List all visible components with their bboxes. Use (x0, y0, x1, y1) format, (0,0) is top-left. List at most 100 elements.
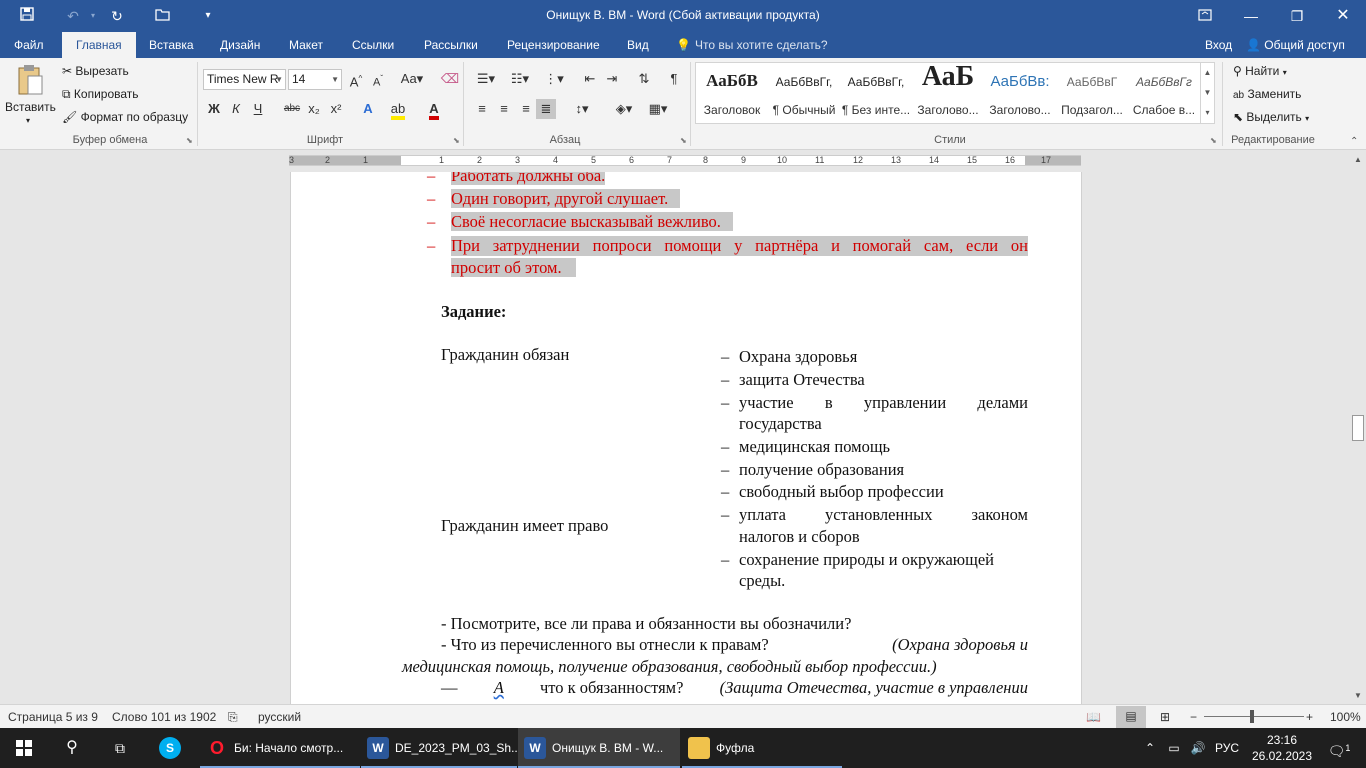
notifications-icon[interactable]: 🗨1 (1322, 728, 1356, 768)
scroll-thumb[interactable] (1352, 415, 1364, 441)
print-layout-icon[interactable]: ▤ (1116, 706, 1146, 728)
align-right-icon[interactable]: ≡ (516, 99, 536, 119)
windows-start-icon[interactable] (0, 728, 48, 768)
share-button[interactable]: 👤 Общий доступ (1246, 32, 1345, 58)
bullets-icon[interactable]: ☰▾ (472, 69, 500, 89)
subscript-button[interactable]: x₂ (304, 99, 324, 119)
taskbar-item-opera[interactable]: O Би: Начало смотр... (200, 728, 360, 768)
shrink-font-icon[interactable]: Aˇ (368, 69, 388, 89)
minimize-icon[interactable]: — (1228, 0, 1274, 32)
zoom-slider-thumb[interactable] (1250, 710, 1254, 723)
style-heading-1[interactable]: АаБ Заголово... (912, 63, 984, 123)
zoom-out-icon[interactable]: − (1190, 710, 1197, 724)
tab-home[interactable]: Главная (62, 32, 136, 58)
bold-button[interactable]: Ж (204, 99, 224, 119)
font-launcher-icon[interactable]: ⬊ (453, 136, 460, 145)
vertical-scrollbar[interactable]: ▲ ▼ (1350, 150, 1366, 704)
sign-in-link[interactable]: Вход (1205, 32, 1232, 58)
select-button[interactable]: ⬉ Выделить ▾ (1233, 110, 1309, 124)
style-heading[interactable]: АаБбВ Заголовок (696, 63, 768, 123)
change-case-icon[interactable]: Aa▾ (398, 69, 426, 89)
page-count[interactable]: Страница 5 из 9 (8, 710, 98, 724)
tab-references[interactable]: Ссылки (338, 32, 408, 58)
grow-font-icon[interactable]: A^ (346, 69, 366, 89)
decrease-indent-icon[interactable]: ⇤ (580, 69, 600, 89)
read-mode-icon[interactable]: 📖 (1086, 710, 1101, 724)
chevron-up-icon[interactable]: ⌃ (1138, 728, 1162, 768)
tab-design[interactable]: Дизайн (206, 32, 274, 58)
font-size-combo[interactable]: 14 ▼ (288, 69, 342, 90)
styles-scroll[interactable]: ▲ ▼ ▾ (1200, 63, 1214, 123)
line-spacing-icon[interactable]: ↕▾ (568, 99, 596, 119)
strikethrough-button[interactable]: abc (282, 99, 302, 119)
volume-icon[interactable]: 🔊 (1186, 728, 1210, 768)
word-count[interactable]: Слово 101 из 1902 (112, 710, 216, 724)
font-color-icon[interactable]: A (424, 99, 444, 120)
style-subtitle[interactable]: АаБбВвГ Подзагол... (1056, 63, 1128, 123)
tab-review[interactable]: Рецензирование (493, 32, 614, 58)
style-heading-2[interactable]: АаБбВв: Заголово... (984, 63, 1056, 123)
tab-file[interactable]: Файл (0, 32, 58, 58)
style-normal[interactable]: АаБбВвГг, ¶ Обычный (768, 63, 840, 123)
clipboard-launcher-icon[interactable]: ⬊ (186, 136, 193, 145)
zoom-in-icon[interactable]: + (1306, 710, 1313, 724)
sort-icon[interactable]: ⇅ (634, 69, 654, 89)
document-page[interactable]: – Работать должны оба. – Один говорит, д… (290, 172, 1082, 704)
taskbar-item-word-1[interactable]: W DE_2023_PM_03_Sh... (361, 728, 517, 768)
show-formatting-marks-icon[interactable]: ¶ (664, 69, 684, 89)
proofing-icon[interactable]: ⎘ (228, 710, 238, 725)
italic-button[interactable]: К (226, 99, 246, 119)
copy-button[interactable]: ⧉ Копировать (62, 87, 139, 102)
chevron-down-icon[interactable]: ▼ (1201, 83, 1214, 103)
justify-icon[interactable]: ≣ (536, 99, 556, 119)
numbering-icon[interactable]: ☷▾ (506, 69, 534, 89)
tab-insert[interactable]: Вставка (135, 32, 208, 58)
collapse-ribbon-icon[interactable]: ⌃ (1350, 136, 1358, 147)
scroll-down-icon[interactable]: ▼ (1350, 688, 1366, 704)
tab-view[interactable]: Вид (613, 32, 663, 58)
style-subtle-emphasis[interactable]: АаБбВвГг Слабое в... (1128, 63, 1200, 123)
styles-launcher-icon[interactable]: ⬊ (1210, 136, 1217, 145)
taskbar-item-folder[interactable]: Фуфла (682, 728, 842, 768)
underline-button[interactable]: Ч (248, 99, 268, 119)
multilevel-list-icon[interactable]: ⋮▾ (540, 69, 568, 89)
tab-layout[interactable]: Макет (275, 32, 337, 58)
scroll-up-icon[interactable]: ▲ (1350, 152, 1366, 168)
more-styles-icon[interactable]: ▾ (1201, 103, 1214, 123)
find-button[interactable]: ⚲ Найти ▾ (1233, 64, 1287, 78)
replace-button[interactable]: ab Заменить (1233, 87, 1301, 101)
paste-button[interactable]: Вставить ▾ (5, 62, 56, 128)
battery-icon[interactable]: ▭ (1162, 728, 1186, 768)
borders-icon[interactable]: ▦▾ (644, 99, 672, 119)
taskbar-item-word-2[interactable]: W Онищук В. ВМ - W... (518, 728, 680, 768)
skype-icon[interactable]: S (150, 728, 190, 768)
tell-me-search[interactable]: 💡 Что вы хотите сделать? (676, 32, 828, 58)
superscript-button[interactable]: x² (326, 99, 346, 119)
restore-icon[interactable]: ❐ (1274, 0, 1320, 32)
shading-icon[interactable]: ◈▾ (610, 99, 638, 119)
font-name-combo[interactable]: Times New R ▼ (203, 69, 286, 90)
search-icon[interactable]: ⚲ (48, 728, 96, 768)
text-effects-icon[interactable]: A (358, 99, 378, 119)
cut-button[interactable]: ✂ Вырезать (62, 64, 129, 78)
ribbon-display-options-icon[interactable] (1182, 0, 1228, 32)
task-view-icon[interactable]: ⧉ (96, 728, 144, 768)
tab-mailings[interactable]: Рассылки (410, 32, 492, 58)
highlight-color-icon[interactable]: ab (388, 99, 408, 120)
style-no-spacing[interactable]: АаБбВвГг, ¶ Без инте... (840, 63, 912, 123)
align-center-icon[interactable]: ≡ (494, 99, 514, 119)
increase-indent-icon[interactable]: ⇥ (602, 69, 622, 89)
language[interactable]: русский (258, 710, 301, 724)
zoom-level[interactable]: 100% (1330, 710, 1361, 724)
clock[interactable]: 23:16 26.02.2023 (1250, 728, 1314, 768)
ruler-strip[interactable]: 3 2 1 1 2 3 4 5 6 7 8 9 10 11 12 13 14 1… (289, 155, 1081, 166)
web-layout-icon[interactable]: ⊞ (1160, 710, 1170, 724)
keyboard-language[interactable]: РУС (1212, 728, 1242, 768)
paragraph-launcher-icon[interactable]: ⬊ (680, 136, 687, 145)
clear-formatting-icon[interactable]: ⌫ (440, 69, 460, 89)
chevron-up-icon[interactable]: ▲ (1201, 63, 1214, 83)
format-painter-button[interactable]: 🖌 Формат по образцу (62, 110, 188, 124)
zoom-slider[interactable] (1204, 716, 1304, 717)
close-icon[interactable]: ✕ (1320, 0, 1366, 32)
align-left-icon[interactable]: ≡ (472, 99, 492, 119)
